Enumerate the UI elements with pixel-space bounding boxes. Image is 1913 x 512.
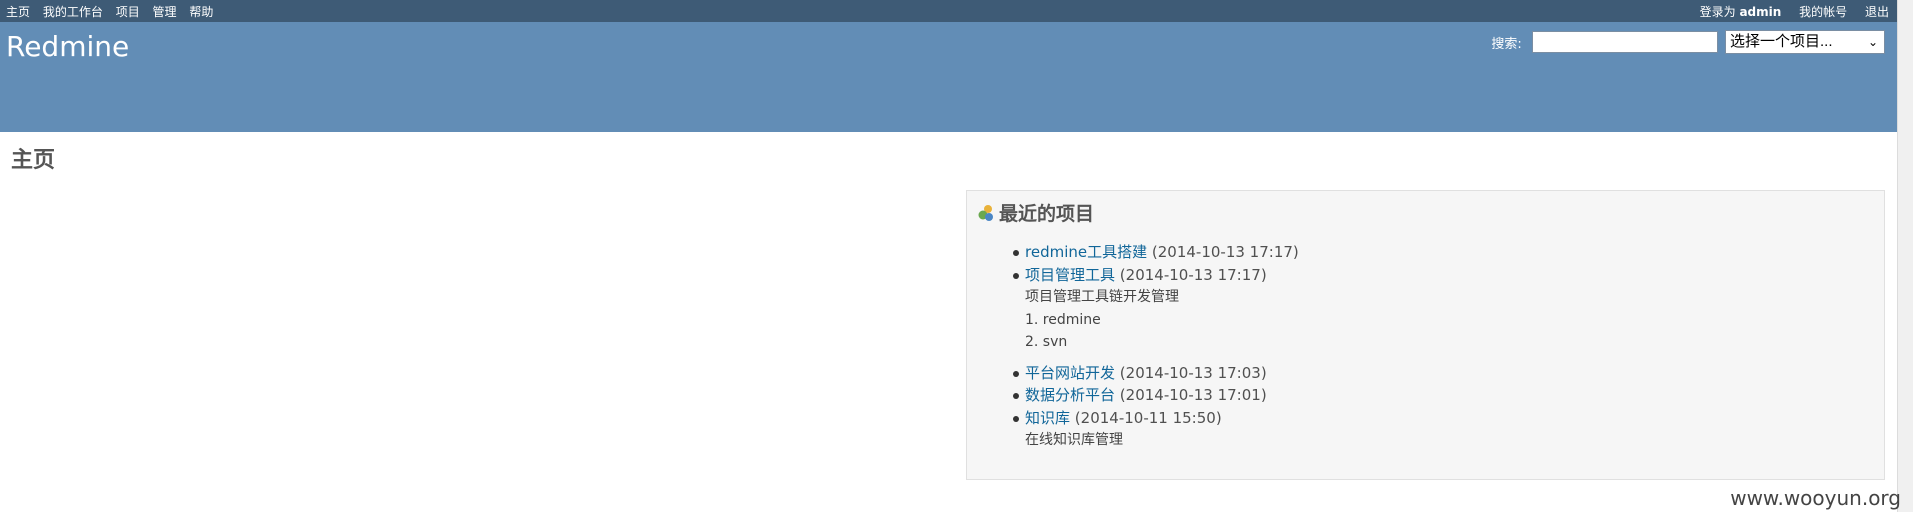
top-menu-links: 主页 我的工作台 项目 管理 帮助	[6, 3, 222, 20]
project-link[interactable]: 项目管理工具	[1025, 266, 1115, 284]
project-date: (2014-10-13 17:03)	[1119, 363, 1267, 382]
bullet	[1013, 272, 1019, 279]
project-link[interactable]: 平台网站开发	[1025, 364, 1115, 382]
project-date: (2014-10-13 17:17)	[1119, 265, 1267, 284]
scrollbar[interactable]	[1897, 0, 1913, 512]
project-date: (2014-10-13 17:17)	[1151, 243, 1299, 261]
project-date: (2014-10-13 17:01)	[1119, 386, 1267, 404]
menu-administration[interactable]: 管理	[153, 5, 177, 19]
app-title[interactable]: Redmine	[6, 30, 129, 63]
header: Redmine 搜索: 选择一个项目... ⌄	[0, 22, 1897, 132]
bullet	[1013, 250, 1019, 256]
logged-as: 登录为 admin	[1700, 5, 1782, 19]
search-label: 搜索:	[1491, 36, 1522, 52]
description-list: 1. redmine 2. svn	[1025, 309, 1299, 362]
menu-my-page[interactable]: 我的工作台	[43, 5, 103, 19]
top-menu: 主页 我的工作台 项目 管理 帮助 登录为 admin 我的帐号 退出	[0, 0, 1897, 22]
my-account-link[interactable]: 我的帐号	[1799, 5, 1847, 19]
search-input[interactable]	[1531, 31, 1718, 53]
logout-link[interactable]: 退出	[1865, 5, 1889, 19]
project-jump-select[interactable]: 选择一个项目... ⌄	[1725, 30, 1885, 54]
project-description: 在线知识库管理	[1025, 432, 1123, 448]
list-item: 平台网站开发 (2014-10-13 17:03)	[1013, 362, 1299, 385]
menu-projects[interactable]: 项目	[116, 5, 140, 19]
project-link[interactable]: redmine工具搭建	[1025, 243, 1147, 261]
list-item: redmine工具搭建 (2014-10-13 17:17)	[1013, 241, 1299, 264]
chevron-down-icon: ⌄	[1867, 35, 1878, 49]
list-item: 数据分析平台 (2014-10-13 17:01)	[1013, 384, 1299, 407]
bullet	[1013, 393, 1019, 399]
recent-projects-title: 最近的项目	[999, 203, 1095, 225]
project-date: (2014-10-11 15:50)	[1074, 408, 1222, 427]
watermark: www.wooyun.org	[1730, 486, 1901, 510]
project-jump-value: 选择一个项目...	[1730, 33, 1833, 50]
bullet	[1013, 415, 1019, 422]
project-description: 项目管理工具链开发管理 1. redmine 2. svn	[1025, 286, 1299, 362]
list-item: 知识库 (2014-10-11 15:50) 在线知识库管理	[1013, 407, 1299, 460]
logged-as-label: 登录为	[1699, 5, 1736, 19]
quick-search: 搜索: 选择一个项目... ⌄	[1491, 30, 1885, 54]
menu-home[interactable]: 主页	[6, 5, 30, 19]
recent-projects-heading: 最近的项目	[977, 199, 1094, 226]
description-text: 项目管理工具链开发管理	[1025, 289, 1179, 305]
account-links: 登录为 admin 我的帐号 退出	[1700, 3, 1889, 20]
description-list-item: 1. redmine	[1025, 311, 1101, 328]
project-link[interactable]: 数据分析平台	[1025, 386, 1115, 404]
description-list-item: 2. svn	[1025, 334, 1068, 350]
list-item: 项目管理工具 (2014-10-13 17:17) 项目管理工具链开发管理 1.…	[1013, 264, 1299, 362]
project-link[interactable]: 知识库	[1025, 409, 1070, 427]
project-list: redmine工具搭建 (2014-10-13 17:17) 项目管理工具 (2…	[1013, 241, 1299, 460]
projects-icon	[977, 204, 995, 222]
logged-user-link[interactable]: admin	[1739, 5, 1781, 19]
bullet	[1013, 370, 1019, 377]
menu-help[interactable]: 帮助	[189, 5, 213, 19]
page-title: 主页	[11, 148, 56, 173]
recent-projects-box: 最近的项目 redmine工具搭建 (2014-10-13 17:17) 项目管…	[966, 190, 1885, 480]
